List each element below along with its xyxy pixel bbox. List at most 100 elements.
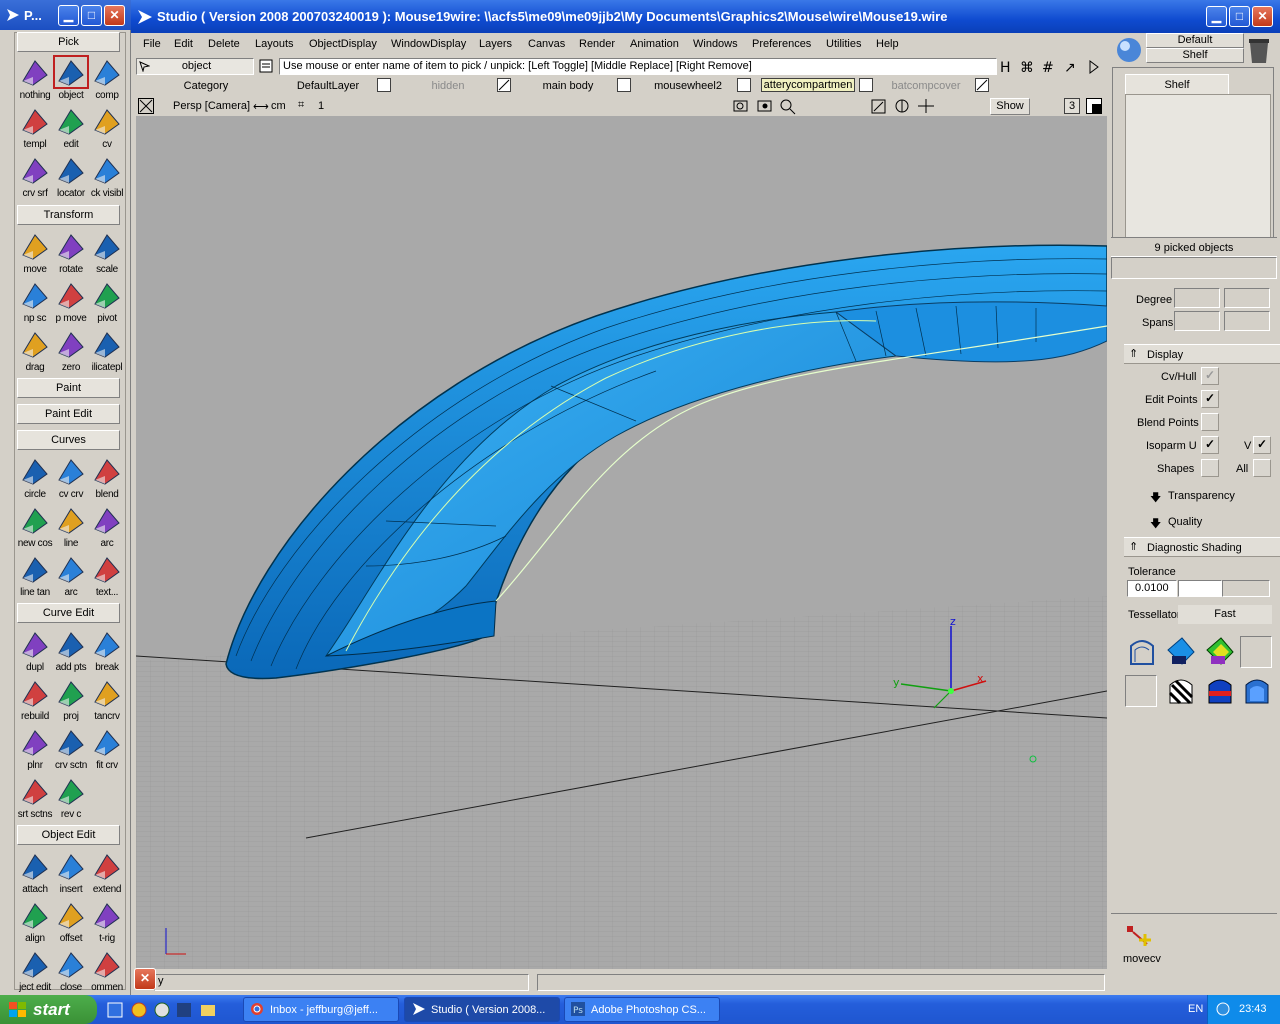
- tool-transform_tools-2[interactable]: scale: [88, 229, 126, 277]
- pick-mode-field[interactable]: object: [136, 58, 254, 75]
- section-curve-edit[interactable]: Curve Edit: [17, 603, 120, 623]
- pick-toolbar-icons[interactable]: H ⌘ # ↗: [1000, 58, 1100, 75]
- tool-curve_edit_tools-5[interactable]: tancrv: [88, 676, 126, 724]
- menu-delete[interactable]: Delete: [208, 38, 240, 50]
- edit-points-checkbox[interactable]: ✓: [1201, 390, 1219, 408]
- tolerance-field[interactable]: 0.0100: [1127, 580, 1177, 597]
- degree-v-field[interactable]: [1224, 288, 1270, 308]
- section-transform[interactable]: Transform: [17, 205, 120, 225]
- tool-curve_tools-6[interactable]: line tan: [16, 552, 54, 600]
- shelf-tab[interactable]: Shelf: [1125, 74, 1229, 94]
- menu-windows[interactable]: Windows: [693, 38, 738, 50]
- tool-curve_tools-8[interactable]: text...: [88, 552, 126, 600]
- menu-file[interactable]: File: [143, 38, 161, 50]
- camera-label[interactable]: Persp [Camera]: [173, 100, 250, 112]
- tool-transform_tools-5[interactable]: pivot: [88, 278, 126, 326]
- view-nav-icons[interactable]: [870, 98, 936, 115]
- movecv-label[interactable]: movecv: [1123, 953, 1161, 965]
- layer-visibility-checkbox[interactable]: [497, 78, 511, 92]
- transparency-label[interactable]: Transparency: [1168, 490, 1235, 502]
- tool-object_edit_tools-5[interactable]: t-rig: [88, 898, 126, 946]
- menu-animation[interactable]: Animation: [630, 38, 679, 50]
- isoparm-u-checkbox[interactable]: ✓: [1201, 436, 1219, 454]
- pick-prompt-field[interactable]: Use mouse or enter name of item to pick …: [279, 58, 997, 75]
- tool-object_edit_tools-7[interactable]: close: [52, 947, 90, 995]
- layer-0[interactable]: DefaultLayer: [283, 80, 373, 92]
- tool-curve_edit_tools-6[interactable]: plnr: [16, 725, 54, 773]
- language-indicator[interactable]: EN: [1188, 1003, 1203, 1015]
- expand-transparency-icon[interactable]: 🡇: [1150, 489, 1161, 508]
- trash-icon[interactable]: [1246, 36, 1272, 64]
- tool-pick_tools-5[interactable]: cv: [88, 104, 126, 152]
- tool-object_edit_tools-2[interactable]: extend: [88, 849, 126, 897]
- task-photoshop[interactable]: Adobe Photoshop CS...: [564, 997, 720, 1022]
- section-pick[interactable]: Pick: [17, 32, 120, 52]
- category-label[interactable]: Category: [136, 77, 276, 96]
- layer-visibility-checkbox[interactable]: [859, 78, 873, 92]
- tool-pick_tools-7[interactable]: locator: [52, 153, 90, 201]
- camera-tool-icons[interactable]: [732, 98, 802, 115]
- tool-curve_tools-0[interactable]: circle: [16, 454, 54, 502]
- tool-transform_tools-3[interactable]: np sc: [16, 278, 54, 326]
- tool-curve_edit_tools-10[interactable]: rev c: [52, 774, 90, 822]
- menu-canvas[interactable]: Canvas: [528, 38, 565, 50]
- tool-object_edit_tools-6[interactable]: ject edit: [16, 947, 54, 995]
- tool-pick_tools-3[interactable]: templ: [16, 104, 54, 152]
- task-studio[interactable]: Studio ( Version 2008...: [404, 997, 560, 1022]
- stop-button[interactable]: ✕: [134, 968, 156, 990]
- maximize-view-icon[interactable]: [1086, 98, 1102, 114]
- main-titlebar[interactable]: Studio ( Version 2008 200703240019 ): Mo…: [131, 0, 1280, 33]
- minimize-button[interactable]: ▁: [1206, 6, 1227, 27]
- menu-utilities[interactable]: Utilities: [826, 38, 861, 50]
- section-object-edit[interactable]: Object Edit: [17, 825, 120, 845]
- shapes-checkbox[interactable]: [1201, 459, 1219, 477]
- tool-pick_tools-2[interactable]: comp: [88, 55, 126, 103]
- viewport-canvas[interactable]: z x y: [136, 116, 1107, 969]
- layer-1[interactable]: hidden: [403, 80, 493, 92]
- cvhull-checkbox[interactable]: ✓: [1201, 367, 1219, 385]
- layer-visibility-checkbox[interactable]: [377, 78, 391, 92]
- tool-pick_tools-4[interactable]: edit: [52, 104, 90, 152]
- view-number-button[interactable]: 3: [1064, 98, 1080, 114]
- tool-pick_tools-0[interactable]: nothing: [16, 55, 54, 103]
- maximize-button[interactable]: □: [1229, 6, 1250, 27]
- tool-transform_tools-7[interactable]: zero: [52, 327, 90, 375]
- spans-v-field[interactable]: [1224, 311, 1270, 331]
- multi-color-shading-icon[interactable]: [1125, 634, 1159, 668]
- network-icon[interactable]: [1216, 1002, 1230, 1016]
- tool-object_edit_tools-0[interactable]: attach: [16, 849, 54, 897]
- tool-curve_tools-2[interactable]: blend: [88, 454, 126, 502]
- layer-visibility-checkbox[interactable]: [617, 78, 631, 92]
- tool-object_edit_tools-4[interactable]: offset: [52, 898, 90, 946]
- tool-curve_tools-7[interactable]: arc: [52, 552, 90, 600]
- task-inbox[interactable]: Inbox - jeffburg@jeff...: [243, 997, 399, 1022]
- tessellator-select[interactable]: Fast: [1178, 605, 1272, 624]
- diagnostic-shading-section[interactable]: ⇑ Diagnostic Shading: [1124, 537, 1280, 557]
- isophote-shading-icon[interactable]: [1203, 673, 1237, 707]
- layer-visibility-checkbox[interactable]: [737, 78, 751, 92]
- curvature-shading-icon[interactable]: [1164, 634, 1198, 668]
- tolerance-slider[interactable]: [1178, 580, 1222, 597]
- surface-eval-shading-icon[interactable]: [1240, 673, 1274, 707]
- shading-empty-slot[interactable]: [1240, 636, 1272, 668]
- layer-3[interactable]: mousewheel2: [643, 80, 733, 92]
- close-button[interactable]: ✕: [1252, 6, 1273, 27]
- menu-layers[interactable]: Layers: [479, 38, 512, 50]
- tool-curve_tools-1[interactable]: cv crv: [52, 454, 90, 502]
- tool-curve_edit_tools-2[interactable]: break: [88, 627, 126, 675]
- menu-help[interactable]: Help: [876, 38, 899, 50]
- tool-pick_tools-8[interactable]: ck visibl: [88, 153, 126, 201]
- tool-pick_tools-1[interactable]: object: [52, 55, 90, 103]
- quality-label[interactable]: Quality: [1168, 516, 1202, 528]
- tool-transform_tools-0[interactable]: move: [16, 229, 54, 277]
- shelf-default-button[interactable]: Default: [1146, 33, 1244, 48]
- menu-edit[interactable]: Edit: [174, 38, 193, 50]
- minimize-button[interactable]: ▁: [58, 5, 79, 26]
- tool-curve_tools-5[interactable]: arc: [88, 503, 126, 551]
- tool-curve_edit_tools-9[interactable]: srt sctns: [16, 774, 54, 822]
- menu-render[interactable]: Render: [579, 38, 615, 50]
- shelf-content[interactable]: [1125, 94, 1271, 260]
- movecv-icon[interactable]: [1125, 922, 1155, 950]
- quick-launch-icons[interactable]: [106, 1000, 218, 1020]
- layer-visibility-checkbox[interactable]: [975, 78, 989, 92]
